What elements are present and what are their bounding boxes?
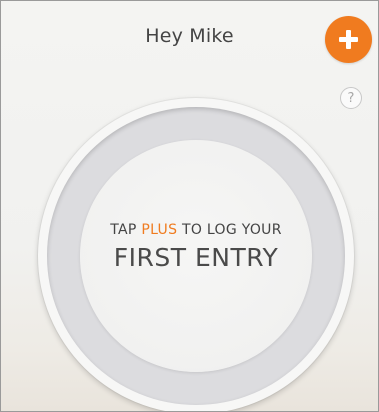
- greeting-title: Hey Mike: [145, 25, 234, 47]
- prompt-text-after: TO LOG YOUR: [177, 222, 282, 238]
- prompt-text-before: TAP: [110, 222, 142, 238]
- prompt-accent-plus: PLUS: [141, 222, 178, 238]
- prompt-line-2: FIRST ENTRY: [113, 243, 279, 272]
- help-button[interactable]: ?: [340, 87, 362, 109]
- app-screen: Hey Mike ? TAP PLUS TO LOG YOUR FIRST EN…: [0, 0, 379, 412]
- empty-state-prompt: TAP PLUS TO LOG YOUR FIRST ENTRY: [80, 221, 312, 273]
- question-mark-icon: ?: [347, 91, 355, 106]
- prompt-line-1: TAP PLUS TO LOG YOUR: [80, 221, 312, 239]
- add-entry-button[interactable]: [325, 16, 372, 63]
